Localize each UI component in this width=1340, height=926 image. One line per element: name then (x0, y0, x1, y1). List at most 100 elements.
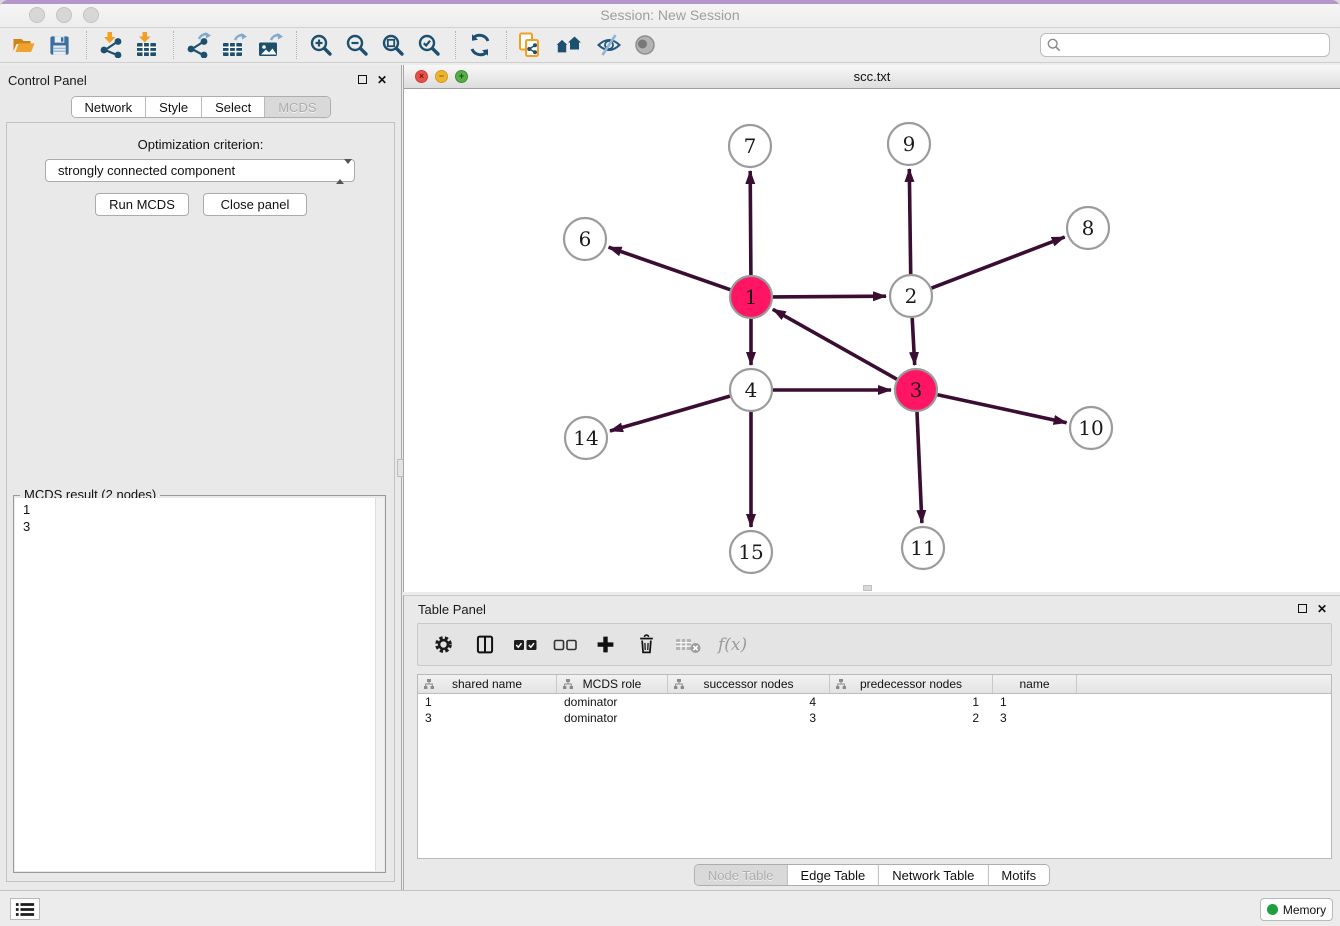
main-toolbar (0, 28, 1340, 63)
graph-edge-1-2[interactable] (773, 296, 886, 297)
apply-layout-button[interactable] (466, 32, 493, 59)
graph-edge-2-9[interactable] (909, 169, 910, 274)
column-header-shared-name[interactable]: shared name (418, 675, 557, 693)
tree-icon (673, 678, 685, 690)
zoom-in-button[interactable] (307, 32, 334, 59)
cell-mcds-role[interactable]: dominator (557, 710, 668, 726)
column-header-name[interactable]: name (993, 675, 1077, 693)
network-canvas[interactable]: 7968124314101511 (404, 89, 1340, 592)
control-panel-tabs: Network Style Select MCDS (70, 96, 330, 118)
network-window: × − + scc.txt 7968124314101511 (403, 65, 1340, 592)
export-table-button[interactable] (220, 32, 247, 59)
tab-motifs[interactable]: Motifs (988, 865, 1049, 885)
float-table-panel-icon[interactable] (1298, 604, 1307, 613)
float-panel-icon[interactable] (358, 75, 367, 84)
toolbar-separator (173, 31, 174, 59)
tab-network-table[interactable]: Network Table (879, 865, 988, 885)
cell-successor-nodes[interactable]: 4 (668, 694, 830, 710)
close-panel-icon[interactable]: ✕ (377, 74, 387, 86)
tab-mcds[interactable]: MCDS (265, 97, 329, 117)
graph-edge-4-14[interactable] (610, 396, 730, 431)
import-table-icon (134, 32, 160, 58)
tree-icon (562, 678, 574, 690)
table-header-row: shared name MCDS role successor nodes pr… (418, 675, 1331, 694)
result-scrollbar[interactable] (375, 498, 384, 871)
graph-node-label-15: 15 (738, 540, 763, 564)
toolbar-separator (86, 31, 87, 59)
column-header-mcds-role[interactable]: MCDS role (557, 675, 668, 693)
show-all-button[interactable] (631, 32, 658, 59)
toolbar-separator (296, 31, 297, 59)
close-table-panel-icon[interactable]: ✕ (1317, 603, 1327, 615)
graph-edge-1-6[interactable] (609, 247, 731, 290)
tab-style[interactable]: Style (146, 97, 202, 117)
graph-node-label-14: 14 (573, 426, 598, 450)
graph-node-label-7: 7 (744, 134, 757, 158)
toolbar-separator (455, 31, 456, 59)
task-history-button[interactable] (10, 898, 40, 920)
memory-button[interactable]: Memory (1260, 898, 1333, 921)
network-splitter-grip[interactable] (863, 585, 872, 591)
tab-edge-table[interactable]: Edge Table (787, 865, 879, 885)
criterion-dropdown[interactable]: strongly connected component (45, 159, 355, 182)
tab-network[interactable]: Network (71, 97, 146, 117)
mcds-result-line: 3 (23, 518, 384, 535)
search-input[interactable] (1065, 38, 1323, 53)
status-bar: Memory (0, 890, 1340, 926)
delete-column-button[interactable] (633, 631, 660, 658)
window-accent-strip (0, 0, 1340, 4)
network-window-titlebar[interactable]: × − + scc.txt (404, 65, 1340, 89)
mcds-result-list[interactable]: 1 3 (15, 498, 384, 871)
zoom-out-button[interactable] (343, 32, 370, 59)
first-neighbors-button[interactable] (553, 32, 586, 59)
mcds-result-box: MCDS result (2 nodes) 1 3 (13, 495, 386, 873)
cell-shared-name[interactable]: 1 (418, 694, 557, 710)
open-file-button[interactable] (10, 32, 37, 59)
graph-edge-3-10[interactable] (938, 395, 1067, 423)
search-field[interactable] (1040, 33, 1330, 57)
select-all-button[interactable] (512, 631, 538, 658)
zoom-fit-icon (381, 33, 405, 57)
column-header-predecessor-nodes[interactable]: predecessor nodes (830, 675, 993, 693)
export-network-button[interactable] (184, 32, 211, 59)
column-header-empty (1077, 675, 1331, 693)
table-row[interactable]: 1 dominator 4 1 1 (418, 694, 1331, 710)
save-session-button[interactable] (46, 32, 73, 59)
graph-edge-3-1[interactable] (773, 309, 897, 379)
graph-edge-2-3[interactable] (912, 318, 915, 365)
column-header-successor-nodes[interactable]: successor nodes (668, 675, 830, 693)
show-column-button[interactable] (471, 631, 498, 658)
close-panel-button[interactable]: Close panel (203, 193, 307, 216)
export-table-icon (220, 32, 247, 58)
table-row[interactable]: 3 dominator 3 2 3 (418, 710, 1331, 726)
criterion-dropdown-value: strongly connected component (58, 163, 235, 178)
table-settings-button[interactable] (430, 631, 457, 658)
import-table-button[interactable] (133, 32, 160, 59)
cell-shared-name[interactable]: 3 (418, 710, 557, 726)
delete-table-button[interactable] (674, 631, 704, 658)
hide-selected-button[interactable] (595, 32, 622, 59)
deselect-all-button[interactable] (552, 631, 578, 658)
graph-edge-3-11[interactable] (917, 412, 922, 523)
cell-successor-nodes[interactable]: 3 (668, 710, 830, 726)
save-icon (48, 34, 71, 57)
cell-predecessor-nodes[interactable]: 2 (830, 710, 993, 726)
network-graph[interactable]: 7968124314101511 (404, 89, 1340, 592)
cell-name[interactable]: 3 (993, 710, 1077, 726)
cell-mcds-role[interactable]: dominator (557, 694, 668, 710)
function-builder-button[interactable]: f(x) (718, 635, 747, 655)
tab-select[interactable]: Select (202, 97, 265, 117)
memory-label: Memory (1283, 903, 1326, 917)
import-network-button[interactable] (97, 32, 124, 59)
cell-predecessor-nodes[interactable]: 1 (830, 694, 993, 710)
graph-edge-2-8[interactable] (932, 237, 1065, 288)
graph-edge-1-7[interactable] (750, 171, 751, 275)
tab-node-table[interactable]: Node Table (695, 865, 788, 885)
cell-name[interactable]: 1 (993, 694, 1077, 710)
zoom-selected-button[interactable] (415, 32, 442, 59)
zoom-fit-button[interactable] (379, 32, 406, 59)
run-mcds-button[interactable]: Run MCDS (95, 193, 189, 216)
new-network-from-selection-button[interactable] (517, 32, 544, 59)
create-column-button[interactable] (592, 631, 619, 658)
export-image-button[interactable] (256, 32, 283, 59)
